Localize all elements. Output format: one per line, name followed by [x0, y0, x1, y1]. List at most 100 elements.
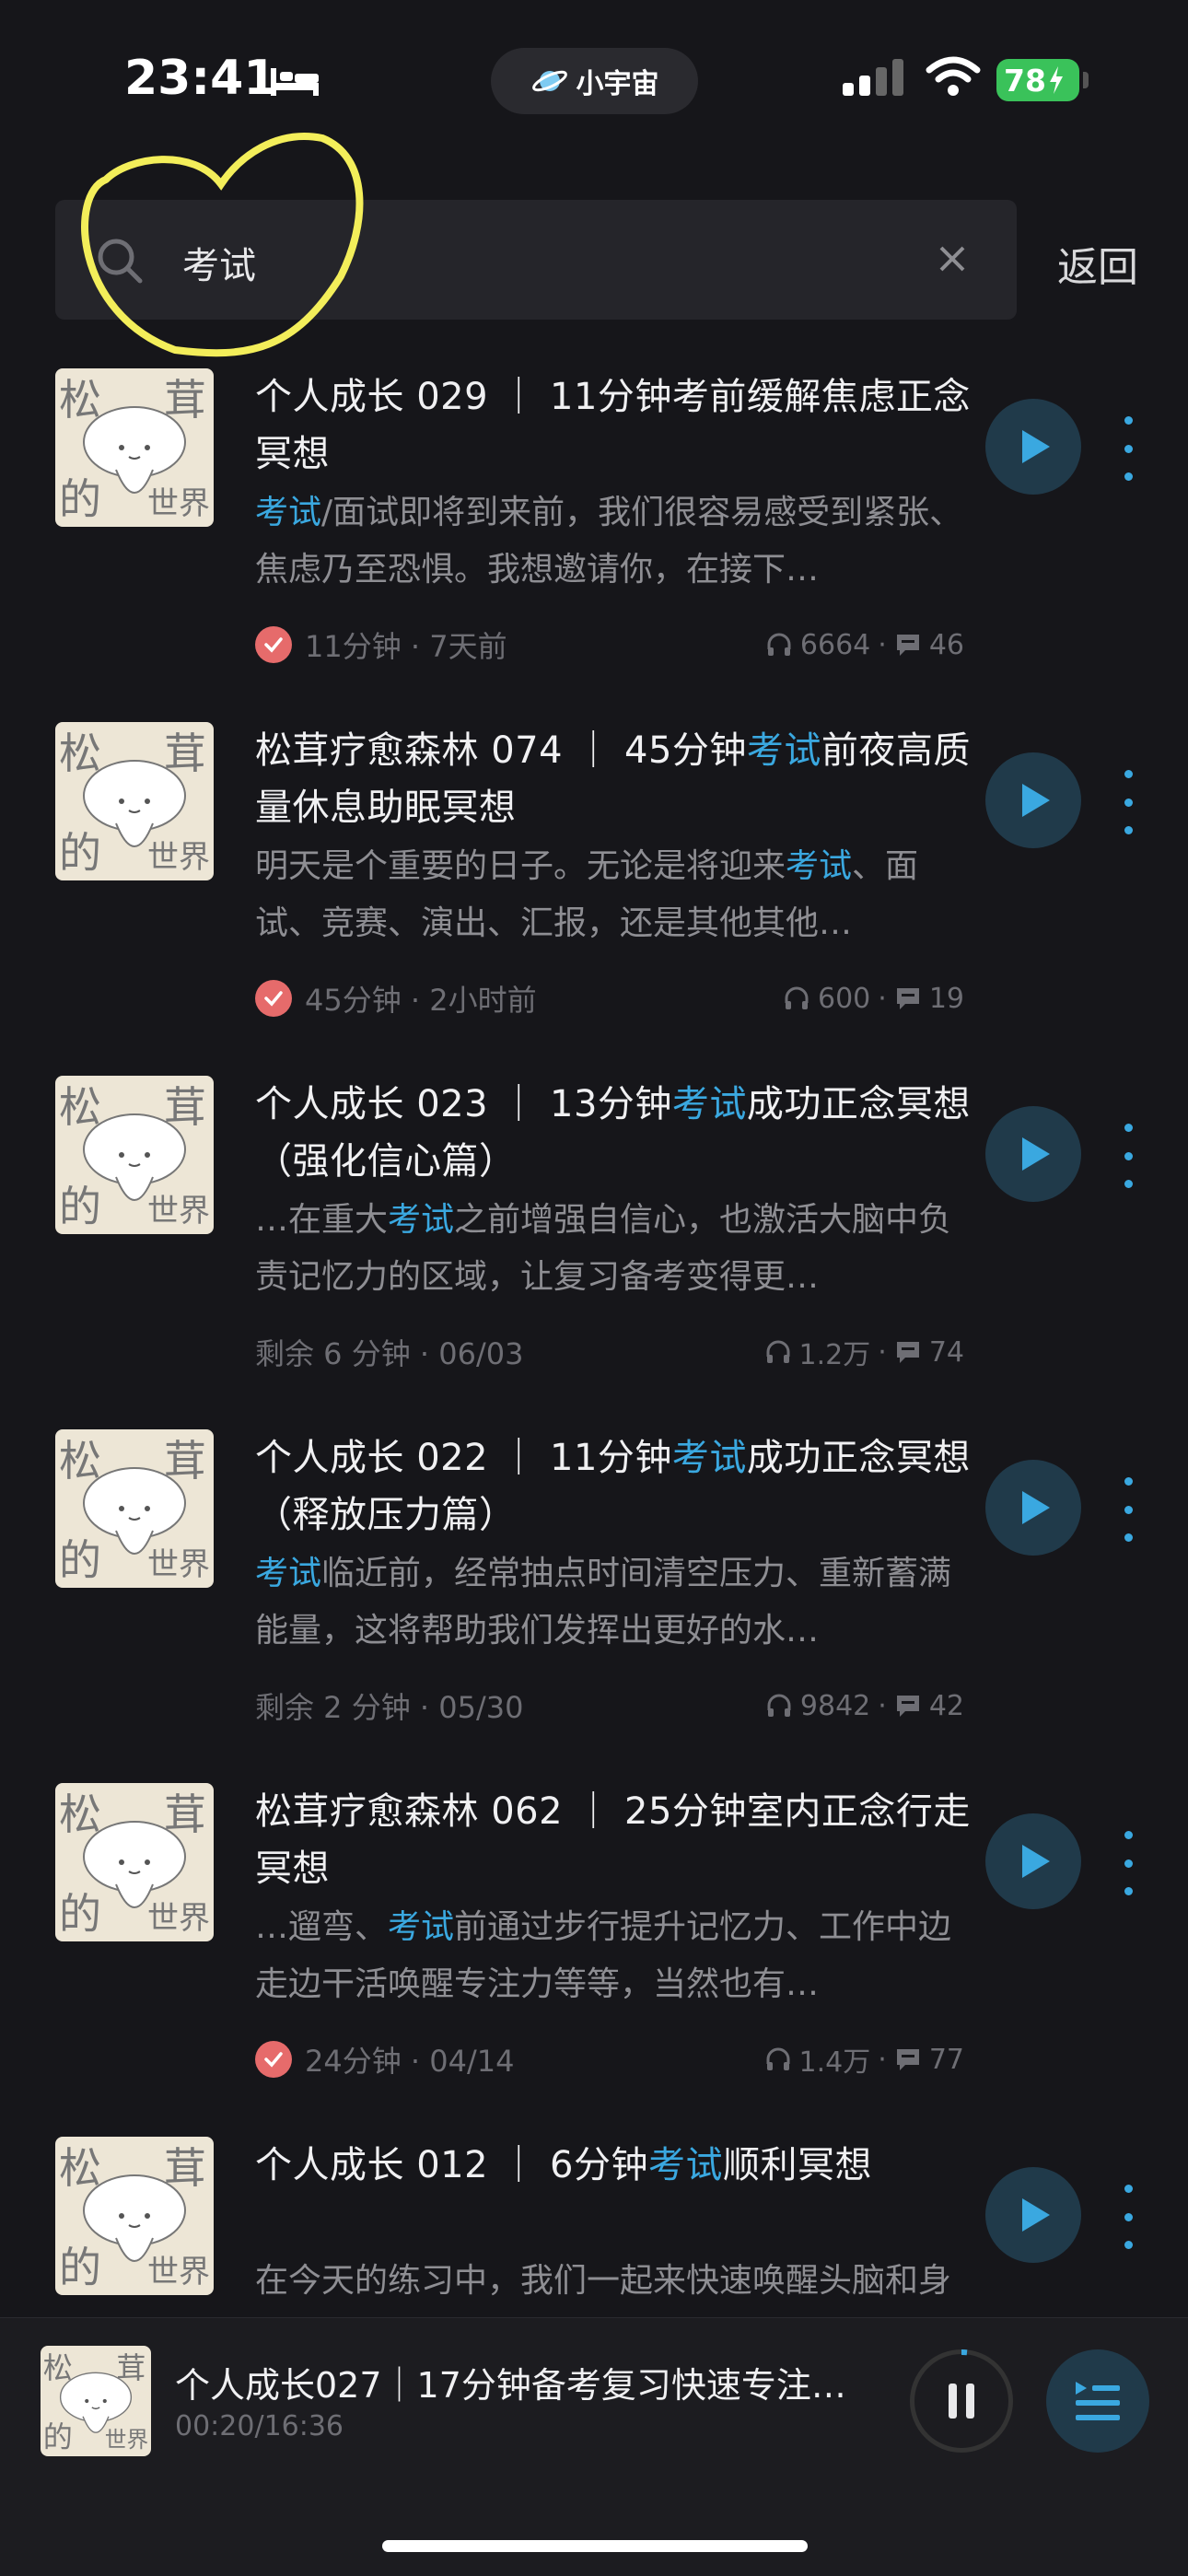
cover-art: 松 茸的 世界: [43, 2350, 148, 2454]
status-time: 23:41: [124, 51, 277, 106]
cover-text: 世界: [147, 1193, 210, 1230]
player-cover: 松 茸的 世界: [41, 2346, 151, 2456]
played-check-icon: [255, 980, 292, 1017]
cover-text: 松: [59, 1789, 101, 1839]
cover-art: 松 茸的 世界: [59, 375, 210, 524]
listen-count: 1.4万: [798, 2046, 871, 2079]
home-indicator: [382, 2540, 808, 2552]
cover-art: 松 茸的 世界: [59, 1789, 210, 1939]
cover-text: 松: [59, 729, 101, 778]
episode-meta: 剩余 2 分钟 · 05/30 9842 · 42: [255, 1683, 964, 1729]
episode-title[interactable]: 个人成长 029 ｜ 11分钟考前缓解焦虑正念冥想: [255, 368, 973, 483]
progress-ring: [961, 2349, 968, 2356]
played-check-icon: [255, 626, 292, 663]
cover-text: 的: [59, 828, 101, 878]
more-options-icon[interactable]: [1119, 1468, 1137, 1551]
meta-text: 45分钟 · 2小时前: [305, 983, 537, 1018]
cover-text: 茸: [164, 1436, 206, 1486]
yellow-circle-annotation: [81, 133, 364, 357]
title-highlight: 考试: [671, 1083, 747, 1125]
title-text: 个人成长 029 ｜ 11分钟考前缓解焦虑: [255, 376, 896, 418]
episode-stats: 6664 · 46: [765, 629, 964, 661]
episode-title[interactable]: 松茸疗愈森林 074 ｜ 45分钟考试前夜高质量休息助眠冥想: [255, 722, 973, 836]
play-icon: [1022, 1845, 1050, 1878]
cover-text: 的: [43, 2419, 73, 2454]
episode-stats: 600 · 19: [783, 983, 964, 1015]
listen-count: 6664: [799, 628, 871, 661]
episode-stats: 1.2万 · 74: [764, 1332, 964, 1372]
playlist-icon: [1076, 2382, 1120, 2420]
comment-icon: [896, 2049, 919, 2070]
comment-count: 77: [928, 2043, 964, 2076]
play-button[interactable]: [985, 752, 1081, 848]
comment-icon: [896, 1342, 919, 1363]
desc-text: …在重大: [255, 1201, 389, 1239]
play-button[interactable]: [985, 1813, 1081, 1909]
episode-title[interactable]: 个人成长 012 ｜ 6分钟考试顺利冥想: [255, 2137, 973, 2194]
episode-title[interactable]: 个人成长 023 ｜ 13分钟考试成功正念冥想（强化信心篇）: [255, 1076, 973, 1190]
list-item[interactable]: 松茸的世界 个人成长 022 ｜ 11分钟考试成功正念冥想（释放压力篇） 考试临近前…: [0, 1429, 1188, 1783]
player-title[interactable]: 个人成长027｜17分钟备考复习快速专注正…: [175, 2357, 875, 2407]
cover-text: 世界: [105, 2427, 148, 2453]
cover-text: 的: [59, 1889, 101, 1939]
more-options-icon[interactable]: [1119, 1114, 1137, 1197]
more-options-icon[interactable]: [1119, 2175, 1137, 2258]
play-button[interactable]: [985, 1106, 1081, 1202]
cover-text: 的: [59, 2243, 101, 2292]
cover-text: 的: [59, 1535, 101, 1585]
episode-title[interactable]: 松茸疗愈森林 062 ｜ 25分钟室内正念行走冥想: [255, 1783, 973, 1897]
app-pill-label: 小宇宙: [576, 68, 659, 100]
cover-art: 松 茸的 世界: [59, 1436, 210, 1585]
cover-text: 松: [43, 2350, 73, 2385]
title-text: 松茸疗愈森林 062 ｜ 25分钟室内正念行走冥想: [255, 1790, 971, 1890]
player-progress: 00:20/16:36: [175, 2410, 344, 2442]
comment-icon: [896, 635, 919, 656]
cover-text: 松: [59, 1436, 101, 1486]
playlist-button[interactable]: [1046, 2349, 1149, 2453]
separator-dot: ·: [878, 1335, 887, 1369]
cover-text: 茸: [164, 1082, 206, 1132]
separator-dot: ·: [878, 1689, 887, 1722]
play-icon: [1022, 2198, 1050, 2232]
episode-title[interactable]: 个人成长 022 ｜ 11分钟考试成功正念冥想（释放压力篇）: [255, 1429, 973, 1544]
episode-cover: 松 茸的 世界: [55, 1783, 214, 1941]
more-options-icon[interactable]: [1119, 1822, 1137, 1905]
play-button[interactable]: [985, 2167, 1081, 2263]
meta-text: 11分钟 · 7天前: [305, 629, 507, 664]
back-button[interactable]: 返回: [1057, 234, 1138, 293]
comment-count: 19: [928, 982, 964, 1015]
play-icon: [1022, 430, 1050, 463]
comment-icon: [896, 1696, 919, 1717]
list-item[interactable]: 松 茸的 世界 松茸疗愈森林 074 ｜ 45分钟考试前夜高质量休息助眠冥想 明天是个重…: [0, 722, 1188, 1076]
desc-text: /面试即将到来前，我们很容易感受到紧张、焦虑乃至恐惧。我想邀请你，在接下…: [255, 494, 963, 589]
cover-text: 茸: [164, 375, 206, 425]
more-options-icon[interactable]: [1119, 761, 1137, 844]
battery-cap: [1083, 72, 1089, 88]
title-highlight: 考试: [647, 2144, 723, 2186]
headphones-icon: [766, 1340, 790, 1363]
separator-dot: ·: [878, 628, 887, 661]
play-button[interactable]: [985, 1460, 1081, 1556]
list-item[interactable]: 松 茸的 世界 松茸疗愈森林 062 ｜ 25分钟室内正念行走冥想 …遛弯、考试前通过步…: [0, 1783, 1188, 2137]
battery-level: 78: [1004, 62, 1046, 99]
episode-meta: 剩余 6 分钟 · 06/03 1.2万 · 74: [255, 1329, 964, 1375]
cover-text: 茸: [164, 1789, 206, 1839]
headphones-icon: [785, 986, 809, 1009]
episode-cover: 松 茸的 世界: [55, 368, 214, 527]
wifi-icon: [926, 56, 981, 96]
desc-highlight: 考试: [255, 1555, 322, 1592]
episode-description: 明天是个重要的日子。无论是将迎来考试、面试、竞赛、演出、汇报，还是其他其他…: [255, 838, 964, 952]
meta-text: 24分钟 · 04/14: [305, 2044, 515, 2079]
more-options-icon[interactable]: [1119, 407, 1137, 490]
play-button[interactable]: [985, 399, 1081, 495]
mini-player[interactable]: 松 茸的 世界 个人成长027｜17分钟备考复习快速专注正… 00:20/16:36: [0, 2317, 1188, 2576]
separator-dot: ·: [878, 982, 887, 1015]
list-item[interactable]: 松 茸的 世界 个人成长 029 ｜ 11分钟考前缓解焦虑正念冥想 考试/面试即将到来前…: [0, 368, 1188, 722]
desc-highlight: 考试: [388, 1201, 455, 1239]
meta-text: 剩余 2 分钟 · 05/30: [255, 1690, 524, 1725]
episode-cover: 松 茸的 世界: [55, 722, 214, 880]
app-pill[interactable]: 小宇宙: [491, 48, 698, 114]
close-icon[interactable]: [934, 240, 971, 277]
cover-text: 松: [59, 1082, 101, 1132]
list-item[interactable]: 松茸的世界 个人成长 023 ｜ 13分钟考试成功正念冥想（强化信心篇） …在重大考…: [0, 1076, 1188, 1429]
